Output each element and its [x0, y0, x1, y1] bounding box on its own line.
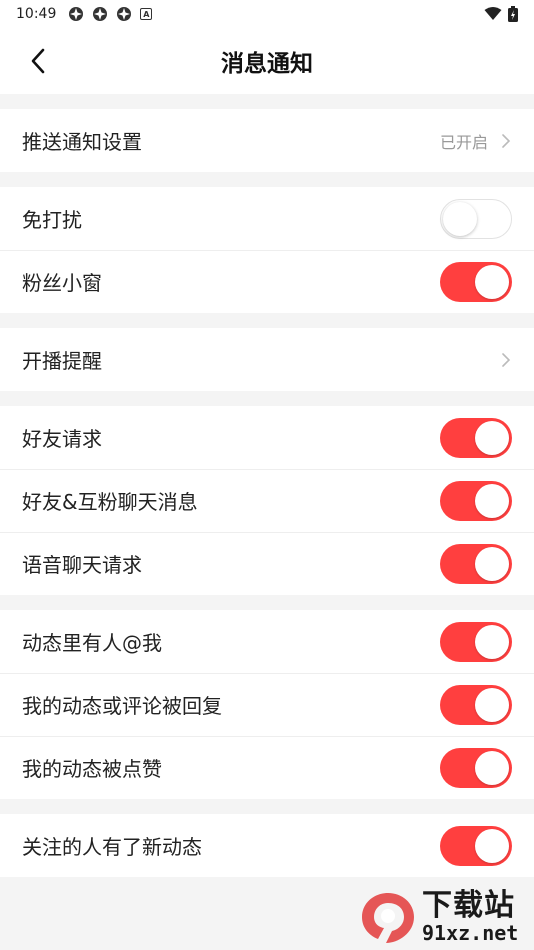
toggle-switch[interactable]: [440, 747, 512, 788]
toggle-switch[interactable]: [440, 261, 512, 302]
toggle-switch[interactable]: [440, 417, 512, 458]
settings-row-control: [440, 684, 512, 725]
watermark-url: 91xz.net: [422, 921, 519, 945]
settings-row[interactable]: 粉丝小窗: [0, 250, 534, 313]
settings-row-label: 动态里有人@我: [22, 631, 162, 655]
toggle-knob: [443, 201, 477, 236]
settings-row[interactable]: 免打扰: [0, 187, 534, 250]
section-gap: [0, 94, 534, 109]
toggle-knob: [475, 483, 509, 518]
page-title: 消息通知: [221, 51, 313, 77]
section-gap: [0, 172, 534, 187]
back-button[interactable]: [22, 45, 54, 77]
toggle-switch[interactable]: [440, 684, 512, 725]
toggle-switch[interactable]: [440, 480, 512, 521]
section-gap: [0, 595, 534, 610]
toggle-knob: [475, 828, 509, 863]
watermark: 下载站 91xz.net: [358, 886, 528, 948]
app-notification-icon: [69, 7, 84, 21]
watermark-logo-icon: [362, 893, 414, 943]
settings-row-control: [500, 351, 512, 369]
chevron-right-icon: [502, 133, 511, 148]
status-bar: 10:49 A: [0, 0, 534, 28]
settings-row-label: 开播提醒: [22, 349, 102, 373]
toggle-switch[interactable]: [440, 825, 512, 866]
toggle-switch[interactable]: [440, 198, 512, 239]
chevron-left-icon: [31, 48, 45, 74]
settings-row[interactable]: 我的动态或评论被回复: [0, 673, 534, 736]
settings-row[interactable]: 开播提醒: [0, 328, 534, 391]
status-right: [484, 6, 518, 22]
settings-group: 免打扰 粉丝小窗: [0, 187, 534, 313]
toggle-switch[interactable]: [440, 543, 512, 584]
chevron-right-icon: [502, 352, 511, 367]
toggle-knob: [475, 420, 509, 455]
settings-row[interactable]: 我的动态被点赞: [0, 736, 534, 799]
settings-row-label: 我的动态被点赞: [22, 757, 162, 781]
settings-group: 推送通知设置 已开启: [0, 109, 534, 172]
settings-row-value: 已开启: [439, 132, 488, 152]
settings-row-label: 推送通知设置: [22, 130, 142, 154]
settings-list: 推送通知设置 已开启 免打扰 粉丝小窗 开播提醒 好友请求 好友&互粉聊天消息 语音聊天请求动…: [0, 94, 534, 877]
wifi-icon: [484, 7, 502, 20]
app-notification-icon: [117, 7, 132, 21]
settings-group: 动态里有人@我我的动态或评论被回复 我的动态被点赞: [0, 610, 534, 799]
settings-row-label: 关注的人有了新动态: [22, 835, 202, 859]
settings-row[interactable]: 好友&互粉聊天消息: [0, 469, 534, 532]
settings-group: 关注的人有了新动态: [0, 814, 534, 877]
status-time: 10:49: [16, 6, 57, 22]
settings-row-control: [440, 621, 512, 662]
battery-icon: [508, 6, 518, 22]
watermark-title: 下载站: [422, 888, 515, 923]
settings-row-control: [440, 747, 512, 788]
settings-row-label: 好友&互粉聊天消息: [22, 490, 198, 514]
status-left: 10:49 A: [16, 6, 153, 22]
toggle-knob: [475, 264, 509, 299]
a-badge-icon: A: [140, 8, 153, 20]
toggle-switch[interactable]: [440, 621, 512, 662]
settings-group: 开播提醒: [0, 328, 534, 391]
settings-row-label: 语音聊天请求: [22, 553, 142, 577]
settings-row-control: [440, 480, 512, 521]
settings-row-control: [440, 825, 512, 866]
settings-row-control: 已开启: [440, 129, 512, 153]
settings-row-control: [440, 417, 512, 458]
settings-group: 好友请求好友&互粉聊天消息 语音聊天请求: [0, 406, 534, 595]
settings-row[interactable]: 语音聊天请求: [0, 532, 534, 595]
settings-row[interactable]: 推送通知设置 已开启: [0, 109, 534, 172]
toggle-knob: [475, 546, 509, 581]
toggle-knob: [475, 687, 509, 722]
app-notification-icon: [93, 7, 108, 21]
settings-row[interactable]: 关注的人有了新动态: [0, 814, 534, 877]
settings-row-control: [440, 198, 512, 239]
settings-row-label: 免打扰: [22, 208, 82, 232]
settings-row[interactable]: 动态里有人@我: [0, 610, 534, 673]
watermark-text: 下载站 91xz.net: [422, 888, 519, 945]
section-gap: [0, 391, 534, 406]
section-gap: [0, 313, 534, 328]
header: 消息通知: [0, 28, 534, 94]
settings-row[interactable]: 好友请求: [0, 406, 534, 469]
toggle-knob: [475, 750, 509, 785]
toggle-knob: [475, 624, 509, 659]
settings-row-control: [440, 261, 512, 302]
settings-row-control: [440, 543, 512, 584]
settings-row-label: 好友请求: [22, 427, 102, 451]
settings-row-label: 我的动态或评论被回复: [22, 694, 222, 718]
section-gap: [0, 799, 534, 814]
settings-row-label: 粉丝小窗: [22, 271, 102, 295]
